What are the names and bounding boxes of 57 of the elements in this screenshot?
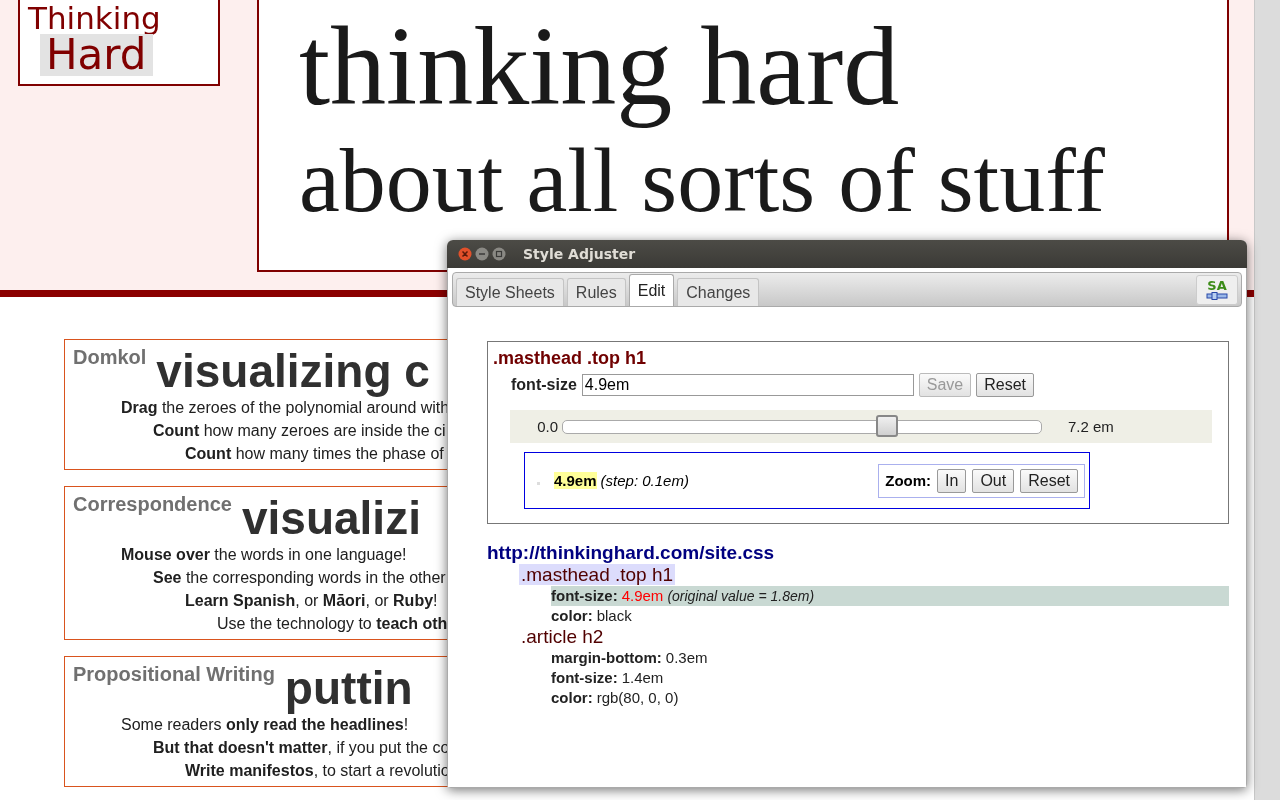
property-name: font-size: [551, 668, 618, 688]
property-value: 0.3em [665, 648, 708, 668]
zoom-button[interactable]: Out [972, 468, 1015, 493]
property-name: color: [551, 688, 593, 708]
rule-selector: .masthead .top h1 [493, 348, 648, 369]
article-label: Domkol [73, 345, 147, 369]
tab[interactable]: Changes [677, 278, 760, 306]
slider-thumb[interactable] [876, 414, 899, 437]
property-value: black [596, 606, 632, 626]
maximize-icon[interactable] [492, 247, 506, 261]
rule-selector[interactable]: .masthead .top h1 [519, 564, 676, 585]
article-headline: visualizing c [156, 346, 430, 396]
zoom-button[interactable]: In [937, 468, 967, 493]
step-note: (step: 0.1em) [600, 472, 689, 489]
property-name: margin-bottom: [551, 648, 662, 668]
site-title: about all sorts of stuff [299, 130, 1106, 230]
article-text: See the corresponding words in the other [153, 569, 446, 586]
tab[interactable]: Edit [628, 274, 675, 306]
article-headline: puttin [284, 663, 413, 713]
rule-selector[interactable]: .article h2 [519, 626, 606, 647]
slider-icon [1206, 291, 1228, 300]
article-text: Count how many zeroes are inside the ci [153, 422, 446, 439]
site-title: thinking hard [299, 3, 901, 130]
tab[interactable]: Rules [566, 278, 626, 306]
logo[interactable]: Thinking Hard [18, 0, 220, 86]
logo-text: Hard [40, 34, 153, 76]
reset-button[interactable]: Reset [976, 373, 1035, 397]
logo-text: Thinking [28, 2, 161, 34]
article-text: Mouse over the words in one language! [121, 546, 407, 563]
property-label: font-size [511, 376, 577, 394]
style-adjuster-button[interactable]: SA [1196, 274, 1238, 305]
slider-max-label: 7.2 em [1068, 418, 1114, 435]
article-text: Count how many times the phase of [185, 445, 444, 462]
tab[interactable]: Style Sheets [456, 278, 564, 306]
original-value-note: (original value = 1.8em) [667, 587, 815, 606]
zoom-label: Zoom: [885, 472, 932, 489]
property-value: 4.9em [621, 586, 664, 606]
article-label: Correspondence [73, 492, 232, 516]
close-icon[interactable] [458, 247, 472, 261]
preview-value: 4.9em [554, 472, 597, 489]
zoom-button[interactable]: Reset [1020, 468, 1078, 493]
window-title: Style Adjuster [523, 246, 636, 262]
article-text: Learn Spanish, or Māori, or Ruby! [185, 592, 438, 609]
minimize-icon[interactable] [475, 247, 489, 261]
property-value: rgb(80, 0, 0) [596, 688, 679, 708]
article-label: Propositional Writing [73, 662, 275, 686]
property-row[interactable]: font-size: 4.9em (original value = 1.8em) [551, 586, 1229, 606]
property-name: color: [551, 606, 593, 626]
property-name: font-size: [551, 586, 618, 606]
stylesheet-url[interactable]: http://thinkinghard.com/site.css [487, 542, 1229, 564]
value-input[interactable]: 4.9em [581, 374, 914, 396]
property-value: 1.4em [621, 668, 664, 688]
article-text: Some readers only read the headlines! [121, 716, 409, 733]
slider-min-label: 0.0 [536, 418, 558, 435]
article-text: Use the technology to teach oth [217, 615, 448, 632]
scrollbar[interactable] [1254, 0, 1280, 800]
article-headline: visualizi [241, 493, 421, 543]
